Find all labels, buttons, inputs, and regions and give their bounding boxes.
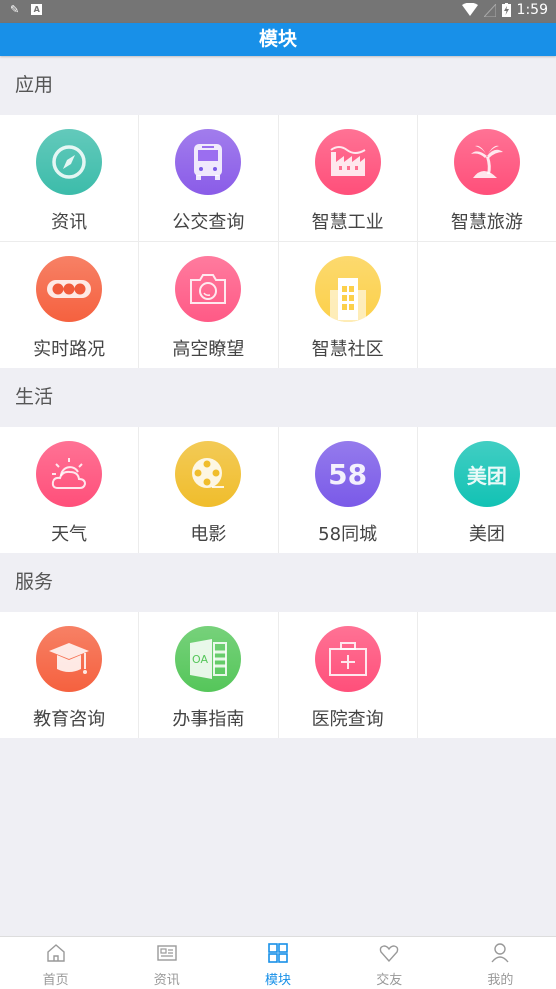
- grid-icon: [267, 942, 289, 968]
- bottom-tab-bar: 首页 资讯 模块 交友 我的: [0, 936, 556, 989]
- module-grid: 资讯 公交查询 智慧工业 智慧旅游实时路况 高空瞭望 智慧社区: [0, 115, 556, 368]
- module-item[interactable]: 智慧工业: [278, 115, 417, 241]
- module-label: 天气: [51, 524, 88, 545]
- module-item[interactable]: 天气: [0, 427, 139, 553]
- app-notification-icon: A: [31, 4, 43, 15]
- module-item[interactable]: 实时路况: [0, 242, 139, 368]
- film-reel-icon: [175, 441, 242, 507]
- module-item[interactable]: 美团 美团: [417, 427, 556, 553]
- medical-kit-icon: [314, 626, 381, 692]
- empty-cell: [417, 242, 556, 368]
- module-label: 智慧旅游: [450, 212, 523, 233]
- graduation-cap-icon: [36, 626, 103, 692]
- module-item[interactable]: 电影: [139, 427, 278, 553]
- wifi-icon: [461, 3, 478, 16]
- module-label: 资讯: [51, 212, 88, 233]
- home-icon: [45, 942, 67, 968]
- battery-icon: [501, 3, 511, 17]
- module-label: 高空瞭望: [172, 339, 245, 360]
- status-bar: ✎ A 1:59: [0, 0, 556, 23]
- factory-icon: [314, 129, 381, 195]
- weather-icon: [36, 441, 103, 507]
- section-title: 服务: [15, 571, 54, 593]
- module-item[interactable]: 资讯: [0, 115, 139, 241]
- heart-icon: [378, 942, 400, 968]
- section-title: 应用: [15, 74, 54, 96]
- module-item[interactable]: 医院查询: [278, 612, 417, 738]
- module-label: 医院查询: [311, 709, 384, 730]
- building-icon: [314, 256, 381, 322]
- empty-cell: [417, 612, 556, 738]
- oa-document-icon: OA: [175, 626, 242, 692]
- tab-news[interactable]: 资讯: [111, 937, 222, 989]
- module-item[interactable]: 公交查询: [139, 115, 278, 241]
- user-icon: [489, 942, 511, 968]
- module-list: 应用资讯 公交查询 智慧工业 智慧旅游实时路况 高空瞭望 智慧社区生活天气 电影 58 58同城…: [0, 56, 556, 738]
- traffic-light-icon: [36, 256, 103, 322]
- tab-label: 交友: [376, 973, 403, 988]
- module-label: 智慧社区: [311, 339, 384, 360]
- module-label: 实时路况: [33, 339, 106, 360]
- section-title: 生活: [15, 386, 54, 408]
- module-grid: 天气 电影 58 58同城 美团 美团: [0, 427, 556, 553]
- tab-heart[interactable]: 交友: [334, 937, 445, 989]
- module-item[interactable]: 智慧社区: [278, 242, 417, 368]
- tab-home[interactable]: 首页: [0, 937, 111, 989]
- module-item[interactable]: OA 办事指南: [139, 612, 278, 738]
- notification-icon: ✎: [10, 3, 20, 16]
- clock: 1:59: [516, 2, 548, 18]
- module-label: 教育咨询: [33, 709, 106, 730]
- module-label: 58同城: [318, 524, 378, 545]
- module-item[interactable]: 58 58同城: [278, 427, 417, 553]
- meituan-icon: 美团: [453, 441, 520, 507]
- module-label: 办事指南: [172, 709, 245, 730]
- module-item[interactable]: 高空瞭望: [139, 242, 278, 368]
- tab-label: 首页: [42, 973, 69, 988]
- page-title: 模块: [0, 23, 556, 56]
- camera-icon: [175, 256, 242, 322]
- tab-label: 我的: [487, 973, 514, 988]
- svg-text:OA: OA: [192, 653, 208, 666]
- module-label: 电影: [190, 524, 227, 545]
- module-label: 公交查询: [172, 212, 245, 233]
- tab-user[interactable]: 我的: [445, 937, 556, 989]
- tab-label: 模块: [265, 973, 292, 988]
- bus-icon: [175, 129, 242, 195]
- tab-label: 资讯: [153, 973, 180, 988]
- module-label: 美团: [468, 524, 505, 545]
- news-icon: [156, 942, 178, 968]
- signal-icon: [483, 3, 496, 17]
- palm-tree-icon: [453, 129, 520, 195]
- 58-icon: 58: [314, 441, 381, 507]
- compass-icon: [36, 129, 103, 195]
- module-label: 智慧工业: [311, 212, 384, 233]
- module-item[interactable]: 智慧旅游: [417, 115, 556, 241]
- module-item[interactable]: 教育咨询: [0, 612, 139, 738]
- module-grid: 教育咨询 OA 办事指南 医院查询: [0, 612, 556, 738]
- tab-grid[interactable]: 模块: [222, 937, 333, 989]
